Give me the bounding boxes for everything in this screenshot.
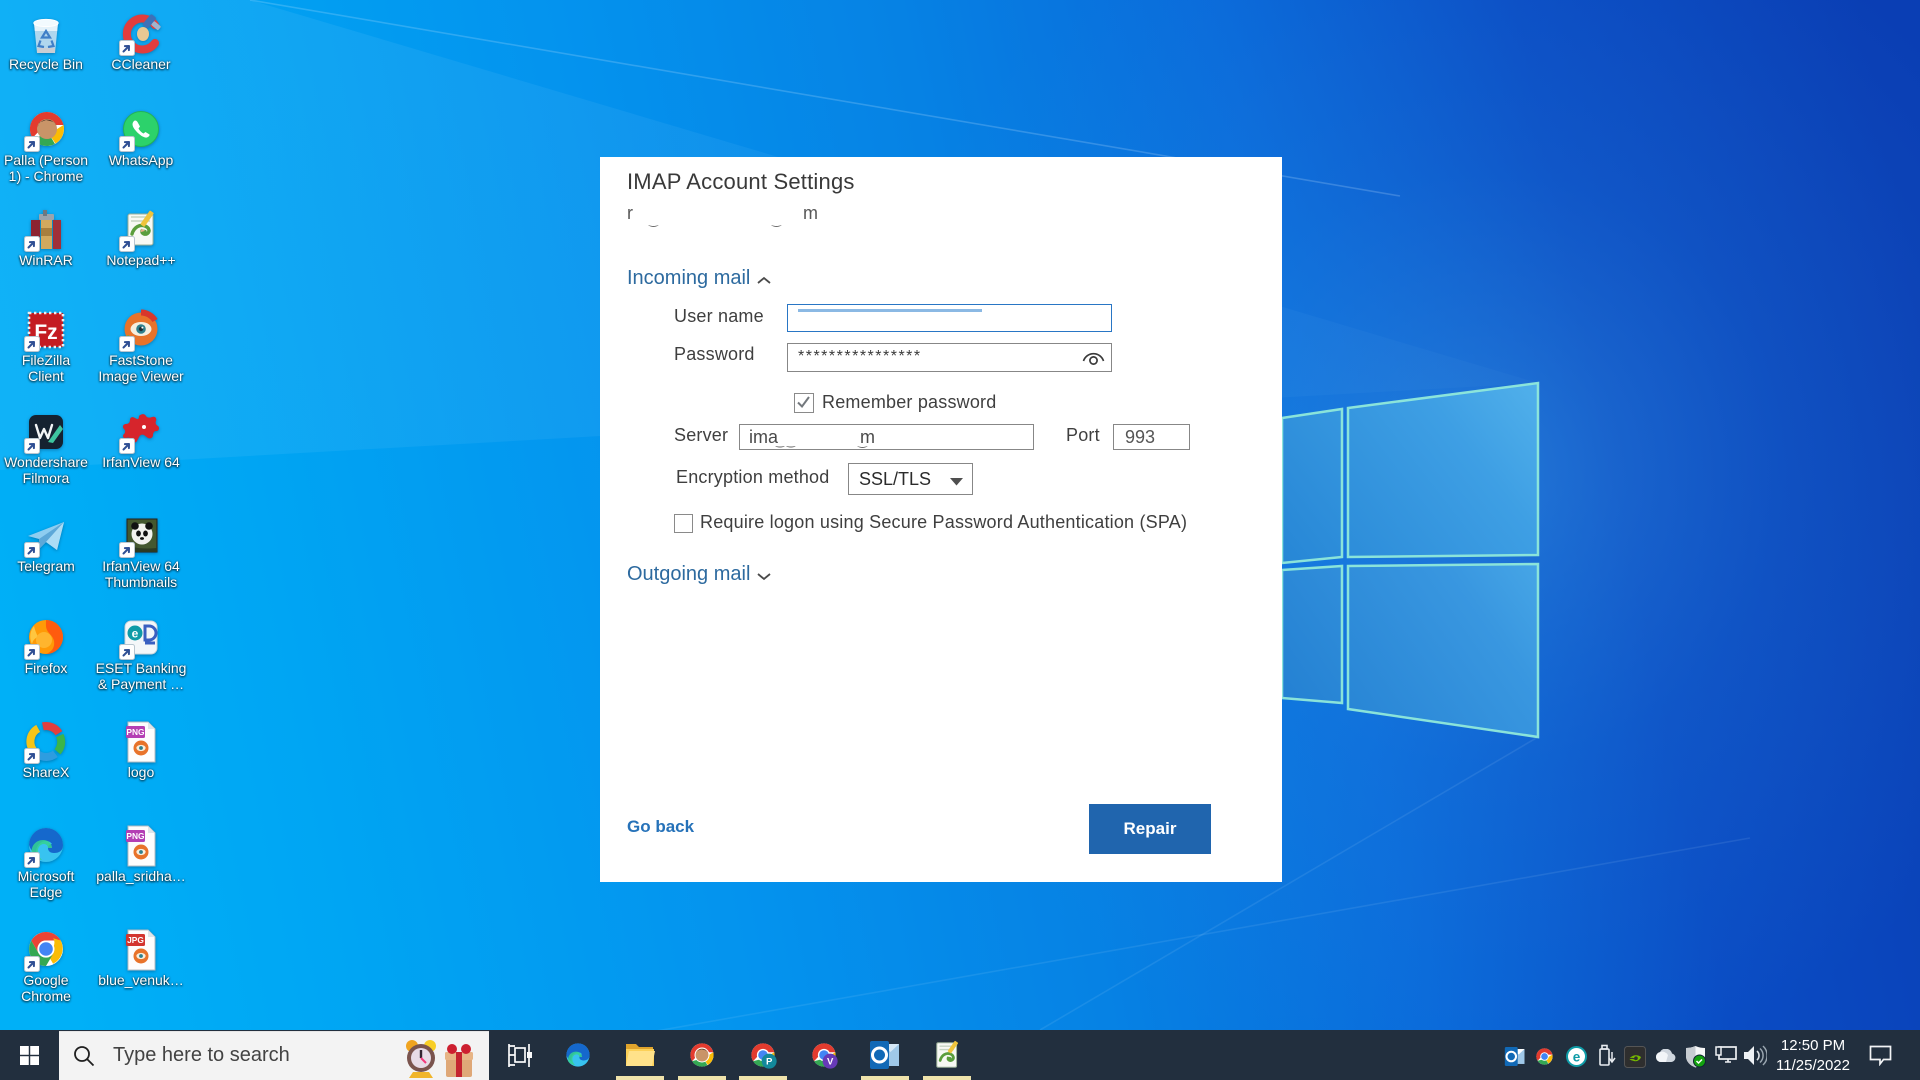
svg-text:e: e: [132, 627, 139, 641]
svg-text:e: e: [1573, 1050, 1581, 1065]
svg-text:PNG: PNG: [126, 831, 144, 841]
svg-text:P: P: [766, 1057, 773, 1068]
svg-text:V: V: [827, 1057, 834, 1068]
svg-text:JPG: JPG: [127, 935, 144, 945]
svg-text:PNG: PNG: [126, 727, 144, 737]
